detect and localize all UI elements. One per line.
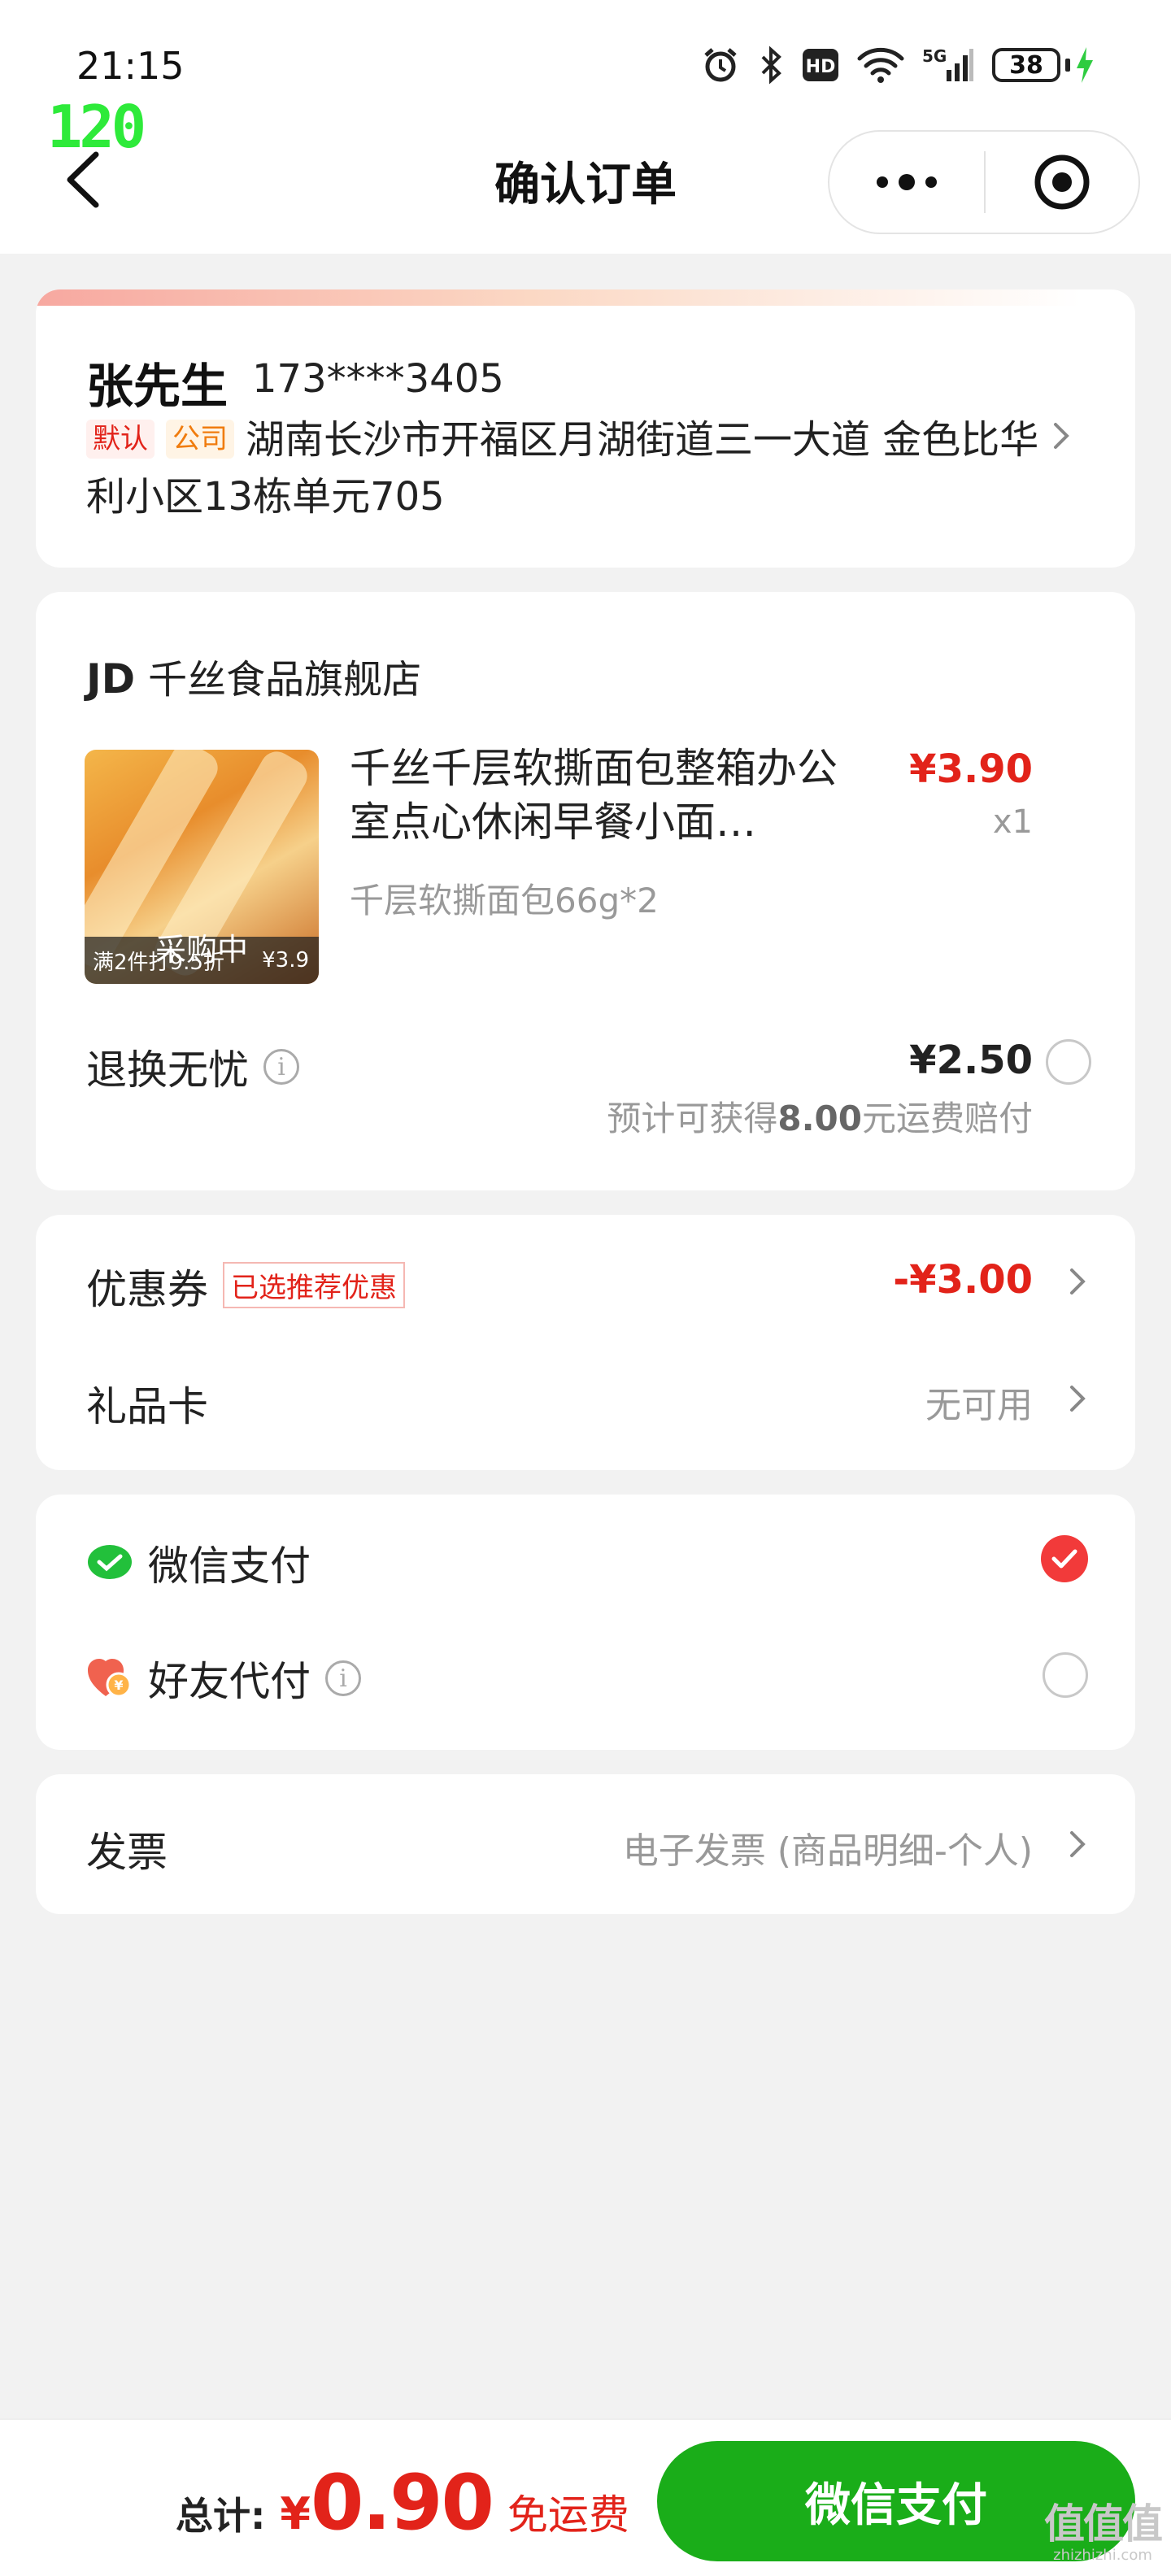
product-spec: 千层软撕面包66g*2 (350, 881, 659, 920)
signal-5g-icon: 5G (922, 46, 973, 81)
total-amount: 0.90 (310, 2459, 494, 2548)
info-icon[interactable]: i (325, 1660, 361, 1696)
friend-pay-label: 好友代付 (148, 1658, 311, 1705)
return-service-label: 退换无忧 i (86, 1038, 299, 1096)
discount-card: 优惠券 已选推荐优惠 -¥3.00 礼品卡 无可用 (36, 1215, 1135, 1470)
default-tag: 默认 (86, 420, 155, 459)
chevron-right-icon (1070, 1386, 1086, 1412)
note-prefix: 预计可获得 (607, 1099, 778, 1138)
address-card[interactable]: 张先生 173****3405 默认 公司 湖南长沙市开福区月湖街道三一大道 金色比… (36, 289, 1135, 568)
total-label: 总计: (176, 2494, 266, 2538)
more-dots-icon (877, 174, 937, 190)
recipient-phone: 173****3405 (252, 356, 504, 402)
header: 21:15 120 HD 5G 38 确认订单 (0, 0, 1171, 254)
checkout-bar: 总计: ¥ 0.90 免运费 微信支付 值值值 zhizhizhi.com (0, 2418, 1171, 2576)
wechat-pay-checked[interactable] (1041, 1535, 1088, 1582)
alarm-icon (704, 48, 737, 82)
battery-tip (1065, 59, 1070, 72)
coupon-tag: 已选推荐优惠 (223, 1262, 405, 1308)
coupon-row[interactable]: 优惠券 已选推荐优惠 (86, 1257, 405, 1316)
currency-symbol: ¥ (280, 2488, 311, 2539)
watermark-logo: 值值值 (1044, 2500, 1163, 2548)
svg-text:HD: HD (806, 57, 836, 77)
product-quantity: x1 (992, 803, 1033, 841)
invoice-label: 发票 (86, 1829, 168, 1876)
heart-pay-icon: ¥ (88, 1659, 132, 1698)
svg-text:¥: ¥ (114, 1677, 123, 1693)
store-name-text: 千丝食品旗舰店 (148, 657, 422, 703)
svg-text:5G: 5G (922, 46, 947, 66)
return-service-text: 退换无忧 (86, 1046, 249, 1094)
friend-pay-option[interactable]: ¥ 好友代付 i (86, 1649, 361, 1708)
miniprogram-capsule (828, 130, 1140, 234)
coupon-label: 优惠券 (86, 1266, 208, 1313)
address-line: 默认 公司 湖南长沙市开福区月湖街道三一大道 金色比华利小区13栋单元705 (86, 411, 1062, 525)
note-suffix: 元运费赔付 (861, 1099, 1033, 1138)
jd-brand-label: JD (86, 655, 136, 703)
battery-level: 38 (992, 48, 1060, 82)
more-button[interactable] (829, 132, 984, 233)
close-miniprogram-button[interactable] (986, 132, 1138, 233)
invoice-value: 电子发票 (商品明细-个人) (622, 1830, 1033, 1872)
payment-method-card: 微信支付 ¥ 好友代付 i (36, 1495, 1135, 1750)
invoice-card[interactable]: 发票 电子发票 (商品明细-个人) (36, 1774, 1135, 1914)
chevron-right-icon (1070, 1831, 1086, 1857)
purchasing-status: 采购中 (155, 932, 248, 968)
wechat-pay-label: 微信支付 (148, 1543, 311, 1590)
return-service-price: ¥2.50 (909, 1038, 1033, 1083)
chevron-right-icon (1054, 423, 1069, 449)
gift-card-row[interactable]: 礼品卡 (86, 1374, 208, 1433)
info-icon[interactable]: i (263, 1049, 299, 1085)
wifi-icon (857, 47, 904, 83)
chevron-right-icon (1070, 1268, 1086, 1295)
free-shipping-label: 免运费 (507, 2491, 629, 2539)
watermark-url: zhizhizhi.com (1053, 2547, 1152, 2564)
coupon-value: -¥3.00 (893, 1257, 1033, 1303)
status-time: 21:15 (76, 44, 185, 88)
return-service-note: 预计可获得8.00元运费赔付 (607, 1091, 1033, 1141)
address-card-accent (36, 289, 1135, 306)
company-tag: 公司 (166, 420, 234, 459)
product-title[interactable]: 千丝千层软撕面包整箱办公室点心休闲早餐小面… (350, 742, 854, 849)
watermark: 值值值 zhizhizhi.com (1044, 2491, 1163, 2564)
wechat-pay-icon (88, 1545, 132, 1579)
store-name[interactable]: JD 千丝食品旗舰店 (86, 647, 421, 704)
wechat-pay-option[interactable]: 微信支付 (86, 1534, 311, 1592)
target-close-icon (1034, 154, 1090, 210)
bluetooth-icon (761, 46, 781, 85)
status-icons: HD 5G 38 (701, 42, 1095, 88)
return-service-radio[interactable] (1046, 1039, 1091, 1085)
charging-icon (1077, 47, 1093, 83)
recipient-name: 张先生 (86, 359, 229, 414)
product-image[interactable]: 满2件打9.5折 ¥3.9 采购中 (85, 750, 319, 984)
checkmark-icon (1051, 1549, 1077, 1569)
hd-icon: HD (803, 49, 838, 81)
battery-indicator: 38 (992, 47, 1095, 83)
gift-card-value: 无可用 (925, 1385, 1033, 1426)
product-price: ¥3.90 (909, 746, 1033, 792)
friend-pay-radio[interactable] (1043, 1652, 1088, 1698)
order-total: 总计: ¥ 0.90 免运费 (176, 2459, 629, 2548)
store-card: JD 千丝食品旗舰店 满2件打9.5折 ¥3.9 采购中 千丝千层软撕面包整箱办公室… (36, 592, 1135, 1190)
note-amount: 8.00 (777, 1099, 862, 1138)
